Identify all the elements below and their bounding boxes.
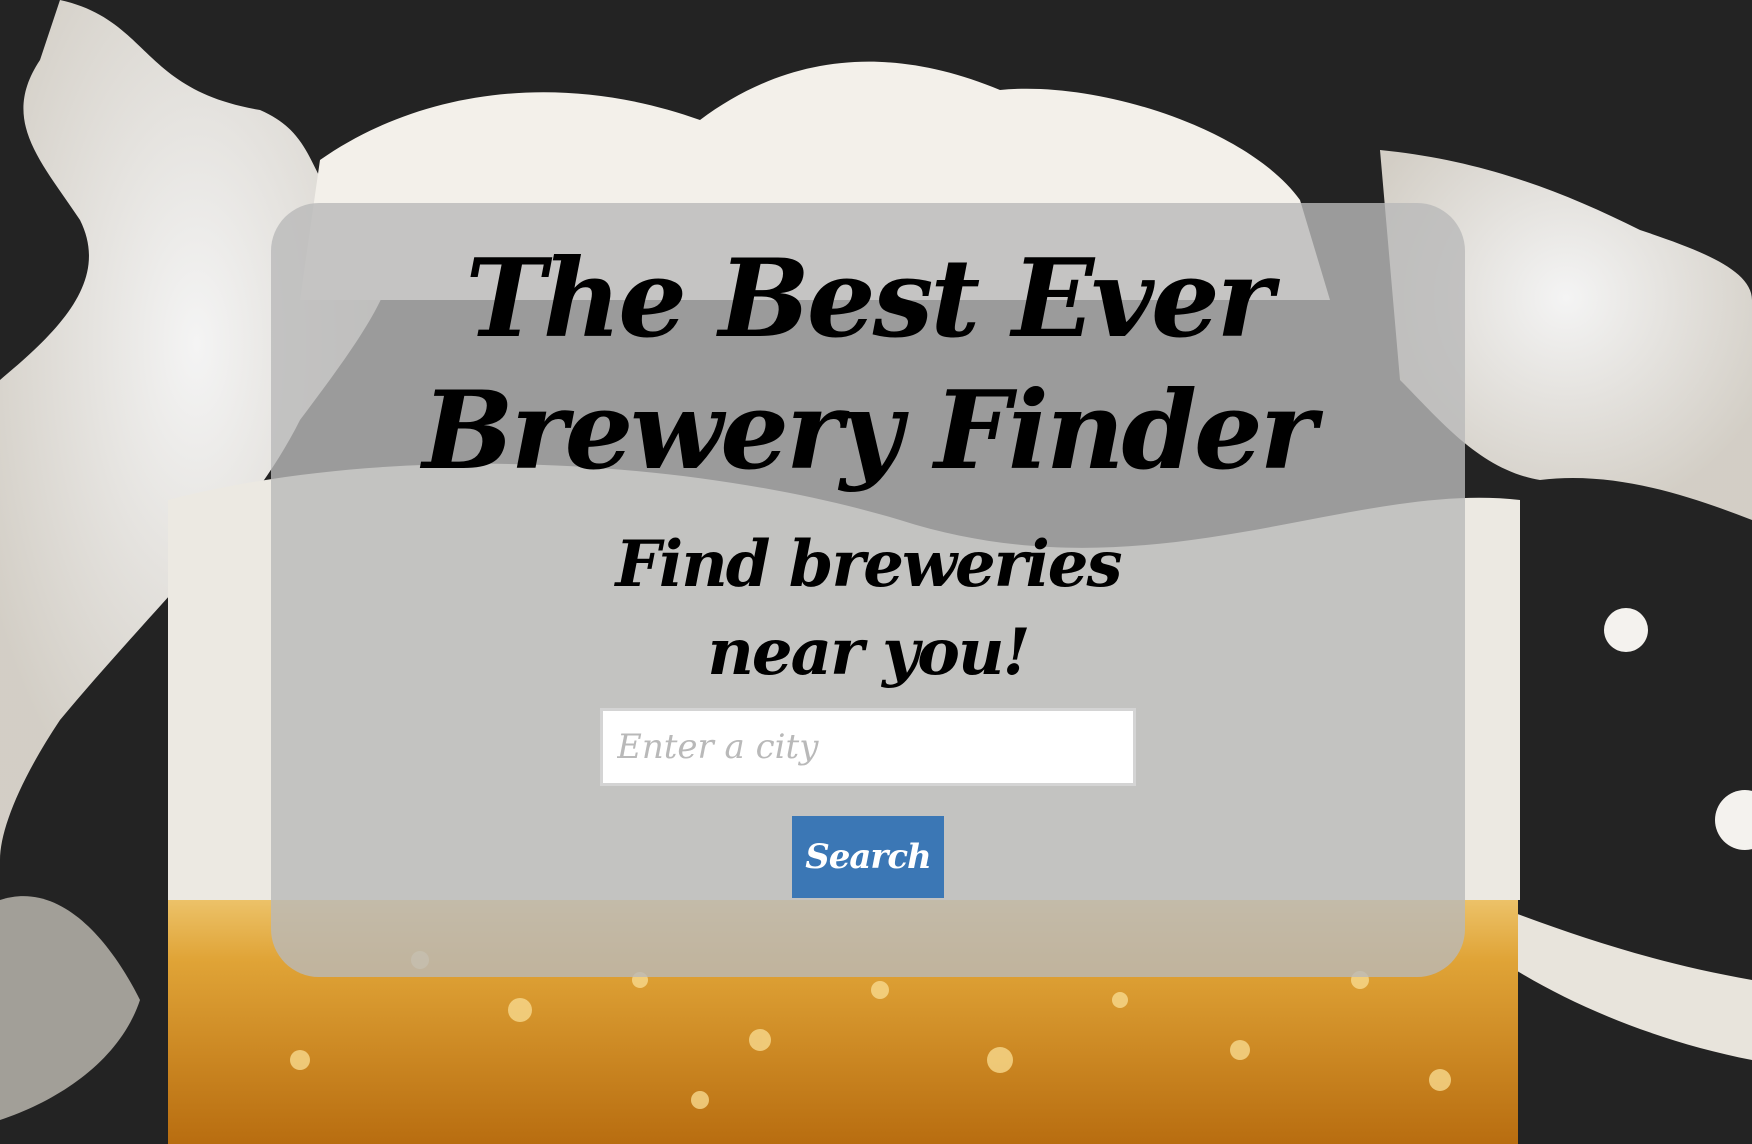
page-title: The Best Ever Brewery Finder: [422, 236, 1316, 494]
search-card: The Best Ever Brewery Finder Find brewer…: [271, 203, 1465, 977]
page-subtitle: Find breweries near you!: [615, 527, 1122, 690]
city-search-input[interactable]: [600, 708, 1136, 786]
search-button[interactable]: Search: [792, 816, 944, 898]
